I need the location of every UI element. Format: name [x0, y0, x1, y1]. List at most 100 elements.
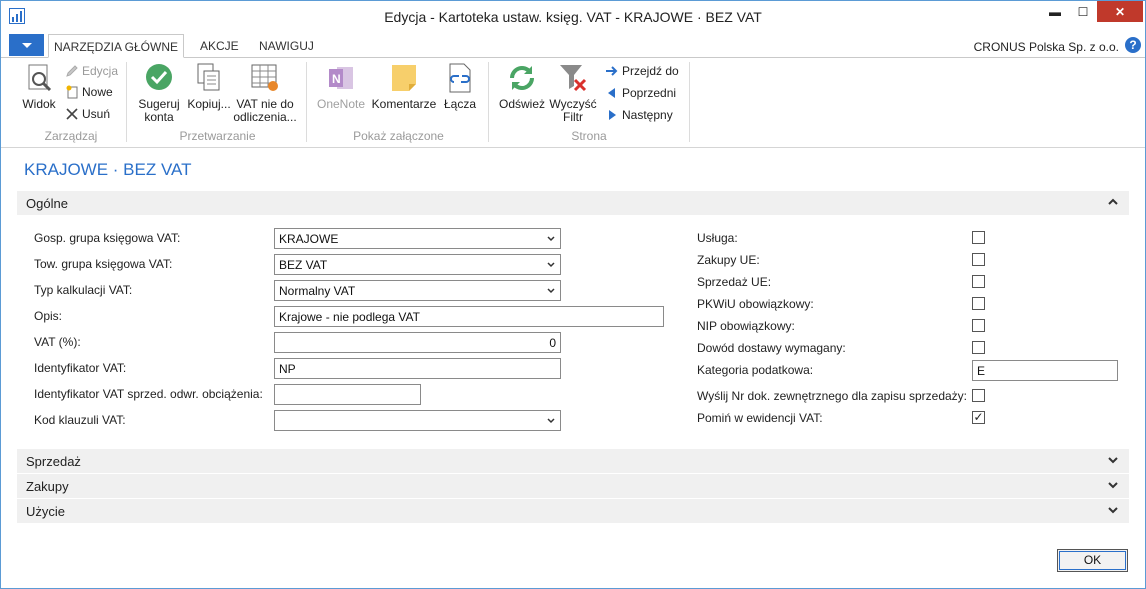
section-purchases-title: Zakupy: [26, 479, 69, 494]
ok-button[interactable]: OK: [1057, 549, 1128, 572]
section-general-header[interactable]: Ogólne: [17, 191, 1129, 215]
eu-sales-checkbox[interactable]: [972, 275, 985, 288]
skip-vat-register-checkbox[interactable]: ✓: [972, 411, 985, 424]
application-menu-button[interactable]: [9, 34, 44, 56]
copy-button[interactable]: Kopiuj...: [187, 62, 231, 111]
triangle-left-icon: [608, 88, 615, 98]
chevron-down-icon: [547, 288, 555, 294]
links-label: Łącza: [443, 97, 477, 111]
send-external-doc-no-checkbox[interactable]: [972, 389, 985, 402]
ribbon: Widok Edycja Nowe Usuń Zarządzaj Sugeruj…: [1, 58, 1145, 148]
checkmark-icon: ✓: [973, 410, 984, 424]
window: Edycja - Kartoteka ustaw. księg. VAT - K…: [0, 0, 1146, 589]
gen-prod-posting-group-select[interactable]: BEZ VAT: [274, 254, 561, 275]
chevron-down-icon: [547, 262, 555, 268]
minimize-button[interactable]: ▬: [1041, 1, 1069, 22]
delete-button[interactable]: Usuń: [65, 106, 110, 122]
suggest-label-1: Sugeruj: [138, 97, 180, 111]
reverse-charge-vat-identifier-label: Identyfikator VAT sprzed. odwr. obciążen…: [34, 387, 263, 401]
next-label: Następny: [622, 108, 673, 122]
vat-identifier-value: NP: [279, 362, 296, 376]
refresh-button[interactable]: Odśwież: [497, 62, 547, 111]
vat-clause-code-select[interactable]: [274, 410, 561, 431]
view-icon: [28, 64, 52, 92]
clear-filter-label-1: Wyczyść: [549, 97, 597, 111]
svg-text:N: N: [332, 72, 341, 86]
ribbon-separator: [689, 62, 690, 142]
refresh-icon: [510, 66, 534, 90]
gen-bus-posting-group-label: Gosp. grupa księgowa VAT:: [34, 231, 181, 245]
gen-prod-posting-group-value: BEZ VAT: [279, 258, 328, 272]
gen-bus-posting-group-select[interactable]: KRAJOWE: [274, 228, 561, 249]
edit-label: Edycja: [82, 64, 119, 78]
chevron-down-icon: [1108, 482, 1118, 489]
next-button[interactable]: Następny: [605, 107, 673, 123]
send-external-doc-no-label: Wyślij Nr dok. zewnętrznego dla zapisu s…: [697, 389, 968, 403]
vat-calculation-type-select[interactable]: Normalny VAT: [274, 280, 561, 301]
service-label: Usługa:: [697, 231, 738, 245]
section-sales-header[interactable]: Sprzedaż: [17, 449, 1129, 473]
nip-required-label: NIP obowiązkowy:: [697, 319, 795, 333]
reverse-charge-vat-identifier-field[interactable]: [274, 384, 421, 405]
vat-non-deductible-label-2: odliczenia...: [233, 110, 297, 124]
tab-navigate[interactable]: NAWIGUJ: [259, 34, 314, 58]
eu-purchases-checkbox[interactable]: [972, 253, 985, 266]
delivery-proof-required-checkbox[interactable]: [972, 341, 985, 354]
chevron-down-icon: [1108, 507, 1118, 514]
tax-category-field[interactable]: E: [972, 360, 1118, 381]
title-bar: Edycja - Kartoteka ustaw. księg. VAT - K…: [1, 1, 1145, 32]
section-usage-header[interactable]: Użycie: [17, 499, 1129, 523]
pencil-icon: [66, 65, 78, 77]
clear-filter-button[interactable]: Wyczyść Filtr: [549, 62, 597, 124]
eu-sales-label: Sprzedaż UE:: [697, 275, 772, 289]
onenote-button[interactable]: N OneNote: [314, 62, 368, 111]
go-to-button[interactable]: Przejdź do: [605, 63, 679, 79]
group-label-manage: Zarządzaj: [44, 129, 98, 143]
vat-identifier-field[interactable]: NP: [274, 358, 561, 379]
vat-percent-field[interactable]: 0: [274, 332, 561, 353]
chevron-up-icon: [1108, 198, 1118, 205]
previous-label: Poprzedni: [622, 86, 677, 100]
suggest-label-2: konta: [144, 110, 174, 124]
suggest-accounts-button[interactable]: Sugeruj konta: [136, 62, 182, 124]
help-icon[interactable]: ?: [1125, 37, 1141, 53]
nip-required-checkbox[interactable]: [972, 319, 985, 332]
clear-filter-label-2: Filtr: [563, 110, 583, 124]
chevron-down-icon: [1108, 457, 1118, 464]
delete-icon: [66, 108, 78, 120]
section-usage-title: Użycie: [26, 504, 66, 519]
comments-button[interactable]: Komentarze: [371, 62, 437, 111]
vat-percent-label: VAT (%):: [34, 335, 81, 349]
description-label: Opis:: [34, 309, 63, 323]
view-button[interactable]: Widok: [21, 62, 57, 111]
go-to-label: Przejdź do: [622, 64, 679, 78]
gen-prod-posting-group-label: Tow. grupa księgowa VAT:: [34, 257, 173, 271]
maximize-button[interactable]: ☐: [1069, 1, 1097, 22]
refresh-label: Odśwież: [498, 97, 545, 111]
links-button[interactable]: Łącza: [443, 62, 477, 111]
vat-percent-value: 0: [549, 336, 556, 350]
copy-icon: [197, 63, 220, 91]
pkwiu-required-label: PKWiU obowiązkowy:: [697, 297, 814, 311]
delete-label: Usuń: [82, 107, 111, 121]
vat-non-deductible-button[interactable]: VAT nie do odliczenia...: [233, 62, 297, 124]
new-button[interactable]: Nowe: [65, 84, 113, 100]
previous-button[interactable]: Poprzedni: [605, 85, 676, 101]
note-icon: [392, 65, 416, 91]
ok-button-focus-ring: [1059, 551, 1126, 570]
delivery-proof-required-label: Dowód dostawy wymagany:: [697, 341, 846, 355]
edit-button[interactable]: Edycja: [65, 63, 118, 79]
pkwiu-required-checkbox[interactable]: [972, 297, 985, 310]
vat-calculation-type-value: Normalny VAT: [279, 284, 356, 298]
new-document-icon: [66, 85, 78, 99]
tab-home[interactable]: NARZĘDZIA GŁÓWNE: [48, 34, 184, 58]
section-purchases-header[interactable]: Zakupy: [17, 474, 1129, 498]
service-checkbox[interactable]: [972, 231, 985, 244]
tab-actions[interactable]: AKCJE: [200, 34, 239, 58]
ribbon-separator: [306, 62, 307, 142]
description-field[interactable]: Krajowe - nie podlega VAT: [274, 306, 664, 327]
clear-filter-icon: [560, 65, 587, 92]
window-title: Edycja - Kartoteka ustaw. księg. VAT - K…: [384, 9, 762, 25]
tax-category-value: E: [977, 364, 986, 378]
close-button[interactable]: ✕: [1097, 1, 1143, 22]
